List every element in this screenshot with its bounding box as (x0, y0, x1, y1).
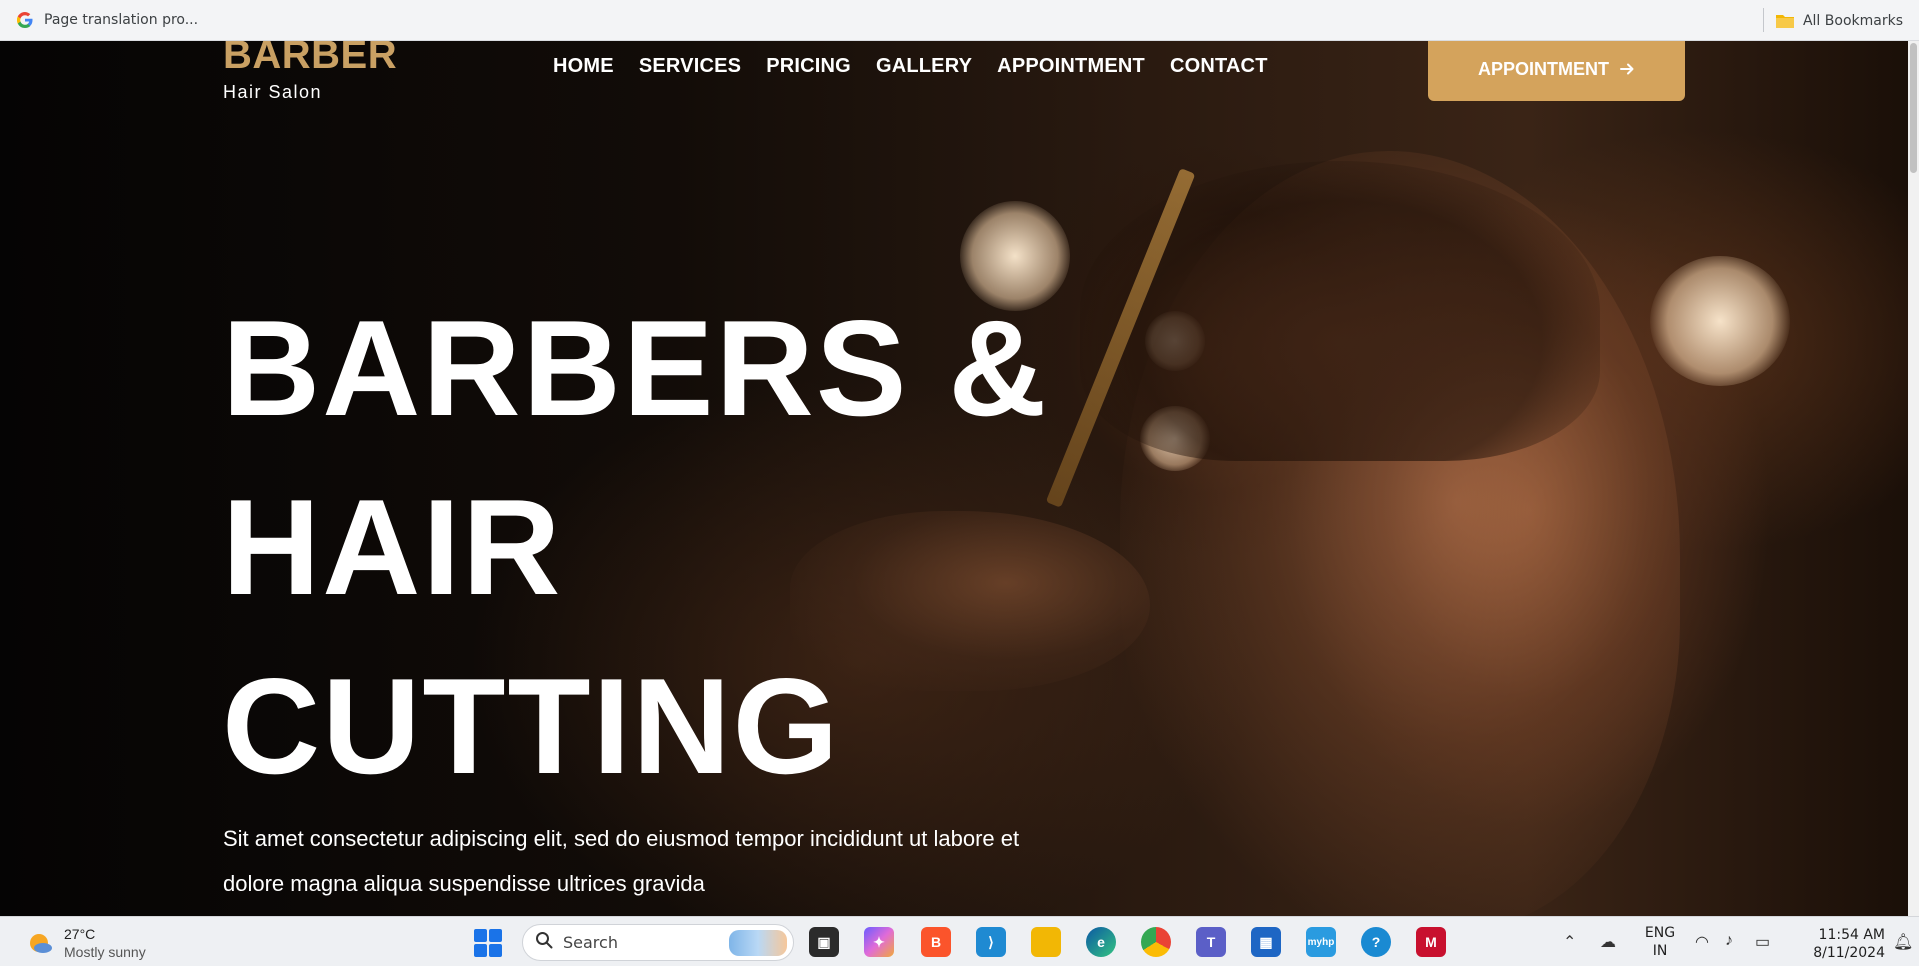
nav-contact[interactable]: CONTACT (1170, 55, 1268, 78)
language-indicator[interactable]: ENG IN (1643, 924, 1677, 960)
hero-section: BARBER Hair Salon HOME SERVICES PRICING … (0, 41, 1908, 916)
hero-description: Sit amet consectetur adipiscing elit, se… (223, 826, 1020, 896)
nav-services[interactable]: SERVICES (639, 55, 741, 78)
nav-appointment[interactable]: APPOINTMENT (997, 55, 1145, 78)
store-icon[interactable]: ▦ (1251, 927, 1281, 957)
tab-title[interactable]: Page translation pro... (44, 12, 198, 28)
browser-bar: Page translation pro... All Bookmarks (0, 0, 1919, 41)
brave-icon[interactable]: B (921, 927, 951, 957)
scrollbar-thumb[interactable] (1910, 43, 1917, 173)
volume-icon[interactable]: ♪ (1725, 932, 1733, 950)
nav-pricing[interactable]: PRICING (766, 55, 851, 78)
search-highlight-image (729, 930, 787, 956)
onedrive-icon[interactable]: ☁ (1600, 932, 1616, 952)
logo-subtitle: Hair Salon (223, 82, 323, 102)
partly-sunny-icon (26, 929, 54, 957)
help-icon[interactable]: ? (1361, 927, 1391, 957)
all-bookmarks-label: All Bookmarks (1802, 12, 1903, 29)
windows-start-icon[interactable] (474, 929, 502, 957)
search-placeholder: Search (563, 933, 618, 952)
folder-icon[interactable] (1031, 927, 1061, 957)
google-icon (16, 11, 34, 29)
logo-title[interactable]: BARBER (223, 41, 397, 78)
notification-bell-icon[interactable]: 🔔︎ (1893, 932, 1913, 952)
search-icon (535, 931, 553, 954)
hero-title-line: HAIR (222, 471, 563, 623)
clock[interactable]: 11:54 AM 8/11/2024 (1793, 926, 1885, 962)
client-hair (1080, 161, 1600, 461)
region-code: IN (1652, 943, 1668, 959)
weather-widget[interactable]: 27°C Mostly sunny (26, 925, 146, 961)
mcafee-icon[interactable]: M (1416, 927, 1446, 957)
windows-taskbar: 27°C Mostly sunny Search ▣ ✦ B ⟩ e T ▦ m… (0, 916, 1919, 966)
taskbar-search[interactable]: Search (522, 924, 794, 961)
site-header: BARBER Hair Salon HOME SERVICES PRICING … (0, 41, 1908, 161)
clock-date: 8/11/2024 (1813, 945, 1885, 961)
hero-title-line: BARBERS & (222, 292, 1049, 444)
chevron-up-icon[interactable]: ⌃ (1563, 932, 1576, 952)
nav-gallery[interactable]: GALLERY (876, 55, 972, 78)
main-nav: HOME SERVICES PRICING GALLERY APPOINTMEN… (553, 55, 1268, 78)
edge-icon[interactable]: e (1086, 927, 1116, 957)
myhp-icon[interactable]: myhp (1306, 927, 1336, 957)
appointment-button[interactable]: APPOINTMENT (1428, 41, 1685, 101)
hero-title: BARBERS & HAIR CUTTING (222, 279, 1122, 816)
file-explorer-task-icon[interactable]: ▣ (809, 927, 839, 957)
language-code: ENG (1644, 925, 1676, 941)
vscode-icon[interactable]: ⟩ (976, 927, 1006, 957)
arrow-right-icon (1619, 61, 1635, 77)
page-scrollbar[interactable] (1908, 41, 1919, 916)
teams-icon[interactable]: T (1196, 927, 1226, 957)
nav-home[interactable]: HOME (553, 55, 614, 78)
chrome-icon[interactable] (1141, 927, 1171, 957)
appointment-button-label: APPOINTMENT (1477, 58, 1609, 79)
folder-icon (1775, 13, 1795, 29)
temperature: 27°C (64, 926, 96, 942)
copilot-icon[interactable]: ✦ (864, 927, 894, 957)
clock-time: 11:54 AM (1818, 927, 1885, 943)
all-bookmarks-button[interactable]: All Bookmarks (1775, 0, 1903, 41)
bokeh-light (1650, 256, 1790, 386)
wifi-icon[interactable]: ◠ (1695, 932, 1709, 952)
battery-icon[interactable]: ▭ (1755, 932, 1770, 952)
weather-condition: Mostly sunny (64, 944, 146, 960)
hero-title-line: CUTTING (222, 650, 841, 802)
bookmark-divider (1763, 8, 1764, 32)
